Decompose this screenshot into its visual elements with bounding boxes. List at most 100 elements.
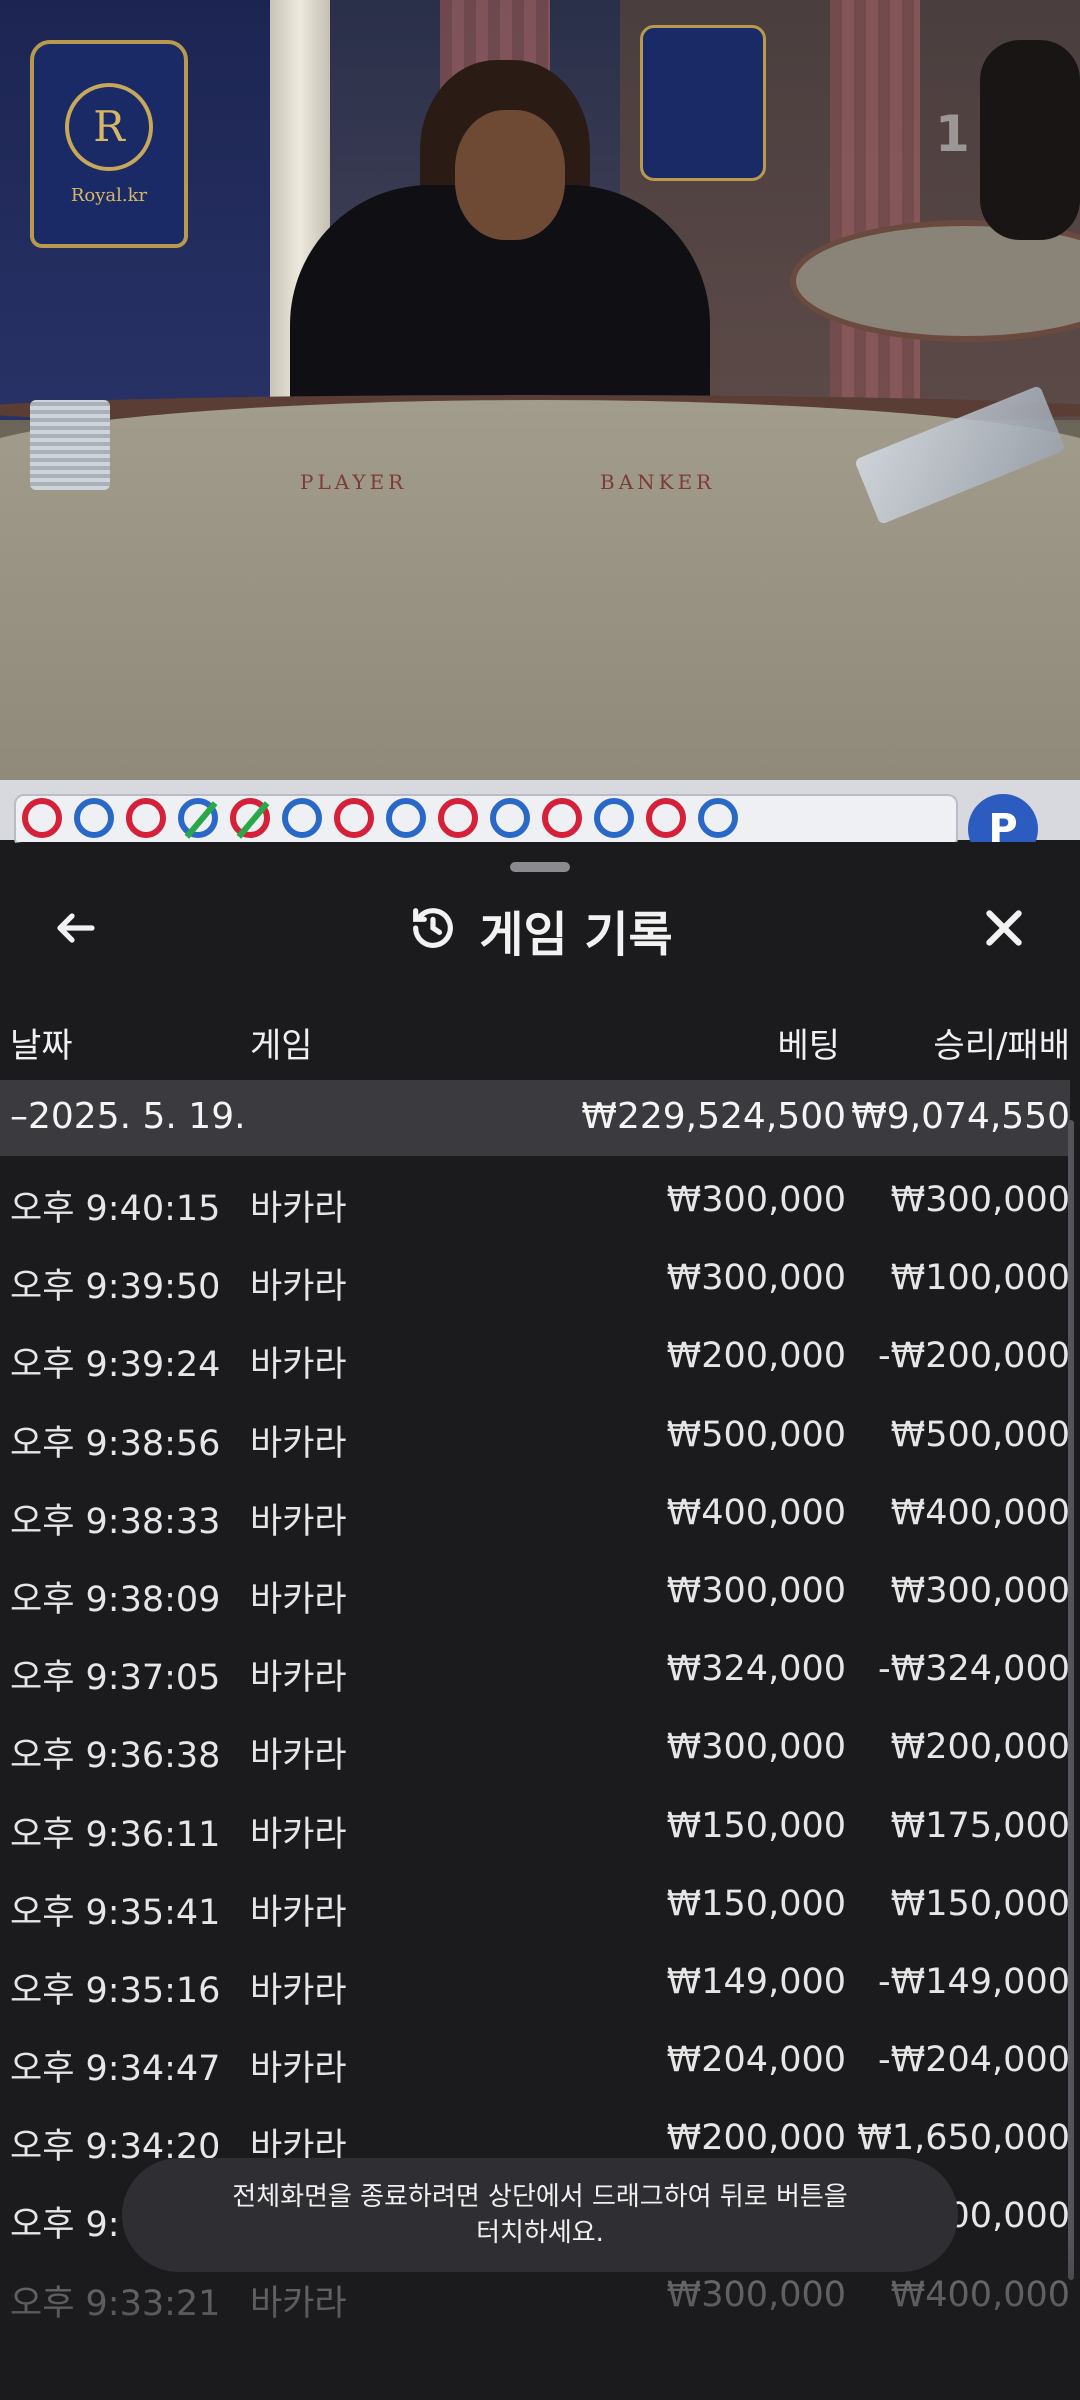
row-game: 바카라	[250, 1814, 347, 1855]
row-time: 오후 9:39:24	[10, 1345, 221, 1386]
table-row[interactable]: 오후 9:36:38 바카라 ₩300,000 ₩200,000	[0, 1707, 1070, 1785]
table-row[interactable]: 오후 9:40:15 바카라 ₩300,000 ₩300,000	[0, 1160, 1070, 1238]
back-button[interactable]	[36, 890, 116, 970]
table-row[interactable]: 오후 9:35:41 바카라 ₩150,000 ₩150,000	[0, 1864, 1070, 1942]
row-time: 오후 9:37:05	[10, 1658, 221, 1699]
row-time: 오후 9:38:33	[10, 1501, 221, 1542]
toast-line-2: 터치하세요.	[476, 2218, 604, 2248]
table-row[interactable]: 오후 9:36:11 바카라 ₩150,000 ₩175,000	[0, 1786, 1070, 1864]
live-video: R Royal.kr 1 PLAYER BANKER	[0, 0, 1080, 780]
arrow-left-icon	[52, 904, 100, 956]
table-row[interactable]: 오후 9:38:33 바카라 ₩400,000 ₩400,000	[0, 1473, 1070, 1551]
row-bet: ₩204,000	[666, 2040, 846, 2081]
summary-date: –2025. 5. 19.	[10, 1096, 246, 1137]
row-time: 오후 9:38:09	[10, 1579, 221, 1620]
card-stack	[30, 400, 110, 490]
date-summary-row[interactable]: –2025. 5. 19. ₩229,524,500 ₩9,074,550	[0, 1080, 1070, 1156]
row-bet: ₩300,000	[666, 1727, 846, 1768]
row-winloss: -₩324,000	[878, 1649, 1070, 1690]
bead-blue	[74, 798, 114, 838]
row-game: 바카라	[250, 1892, 347, 1933]
bead-red	[334, 798, 374, 838]
row-winloss: ₩500,000	[890, 1414, 1070, 1455]
row-bet: ₩500,000	[666, 1414, 846, 1455]
history-list: 오후 9:40:15 바카라 ₩300,000 ₩300,000 오후 9:39:50 바…	[0, 1160, 1070, 2333]
page-title: 게임 기록	[479, 907, 673, 963]
row-time: 오후 9:38:56	[10, 1423, 221, 1464]
royal-logo-board: R Royal.kr	[30, 40, 188, 248]
bead-red	[126, 798, 166, 838]
bead-blue	[698, 798, 738, 838]
summary-bet: ₩229,524,500	[581, 1096, 846, 1137]
column-winloss: 승리/패배	[933, 1026, 1070, 1066]
row-winloss: ₩400,000	[890, 1492, 1070, 1533]
row-winloss: 00,000	[947, 2196, 1070, 2237]
table-row[interactable]: 오후 9:38:56 바카라 ₩500,000 ₩500,000	[0, 1395, 1070, 1473]
bead-blue	[282, 798, 322, 838]
logo-crest: R	[65, 82, 153, 171]
row-game: 바카라	[250, 1189, 347, 1229]
row-time: 오후 9:34:47	[10, 2049, 221, 2090]
row-winloss: ₩300,000	[890, 1180, 1070, 1220]
row-bet: ₩200,000	[666, 1336, 846, 1377]
row-bet: ₩150,000	[666, 1883, 846, 1924]
row-bet: ₩149,000	[666, 1961, 846, 2002]
row-game: 바카라	[250, 1267, 347, 1308]
row-winloss: ₩1,650,000	[857, 2118, 1070, 2159]
table-row[interactable]: 오후 9:38:09 바카라 ₩300,000 ₩300,000	[0, 1551, 1070, 1629]
row-time: 오후 9:39:50	[10, 1267, 221, 1308]
bead-red	[22, 798, 62, 838]
column-game: 게임	[250, 1026, 313, 1066]
row-bet: ₩400,000	[666, 1492, 846, 1533]
row-winloss: ₩175,000	[890, 1805, 1070, 1846]
row-winloss: -₩204,000	[878, 2040, 1070, 2081]
background-person	[980, 40, 1080, 240]
row-game: 바카라	[250, 1970, 347, 2011]
row-winloss: -₩200,000	[878, 1336, 1070, 1377]
row-bet: ₩324,000	[666, 1649, 846, 1690]
row-game: 바카라	[250, 1345, 347, 1386]
row-winloss: ₩100,000	[890, 1258, 1070, 1299]
logo-text: Royal.kr	[70, 184, 148, 206]
row-bet: ₩150,000	[666, 1805, 846, 1846]
row-game: 바카라	[250, 1501, 347, 1542]
bead-blue	[386, 798, 426, 838]
row-game: 바카라	[250, 2049, 347, 2090]
fullscreen-toast: 전체화면을 종료하려면 상단에서 드래그하여 뒤로 버튼을 터치하세요.	[122, 2158, 958, 2272]
curtain	[830, 0, 920, 420]
row-bet: ₩300,000	[666, 1258, 846, 1299]
bead-red	[646, 798, 686, 838]
bead-blue	[594, 798, 634, 838]
bead-red	[230, 798, 270, 839]
table-row[interactable]: 오후 9:39:24 바카라 ₩200,000 -₩200,000	[0, 1316, 1070, 1394]
row-game: 바카라	[250, 1736, 347, 1777]
row-winloss: ₩150,000	[890, 1883, 1070, 1924]
row-game: 바카라	[250, 1579, 347, 1620]
dealer-face	[455, 110, 565, 240]
row-time: 오후 9:36:11	[10, 1814, 221, 1855]
bead-red	[438, 798, 478, 838]
summary-winloss: ₩9,074,550	[851, 1096, 1070, 1137]
row-time: 오후 9:36:38	[10, 1736, 221, 1777]
bead-blue	[490, 798, 530, 838]
bead-blue	[178, 798, 218, 839]
table-row[interactable]: 오후 9:35:16 바카라 ₩149,000 -₩149,000	[0, 1942, 1070, 2020]
row-bet: ₩300,000	[666, 1570, 846, 1611]
column-headers: 날짜 게임 베팅 승리/패배	[0, 1010, 1080, 1070]
sheet-title: 게임 기록	[0, 890, 1080, 970]
royal-logo-small	[640, 25, 766, 181]
column-bet: 베팅	[777, 1026, 840, 1066]
row-winloss: -₩149,000	[878, 1961, 1070, 2002]
table-row[interactable]: 오후 9:34:47 바카라 ₩204,000 -₩204,000	[0, 2020, 1070, 2098]
row-time: 오후 9:40:15	[10, 1189, 221, 1229]
sheet-drag-handle[interactable]	[510, 862, 570, 872]
close-button[interactable]	[964, 890, 1044, 970]
column-date: 날짜	[10, 1026, 73, 1066]
table-row[interactable]: 오후 9:39:50 바카라 ₩300,000 ₩100,000	[0, 1238, 1070, 1316]
table-row[interactable]: 오후 9:37:05 바카라 ₩324,000 -₩324,000	[0, 1629, 1070, 1707]
row-bet: ₩200,000	[666, 2118, 846, 2159]
row-time: 오후 9:35:16	[10, 1970, 221, 2011]
close-icon	[979, 903, 1029, 957]
row-game: 바카라	[250, 1423, 347, 1464]
scrollbar[interactable]	[1068, 1120, 1074, 2280]
